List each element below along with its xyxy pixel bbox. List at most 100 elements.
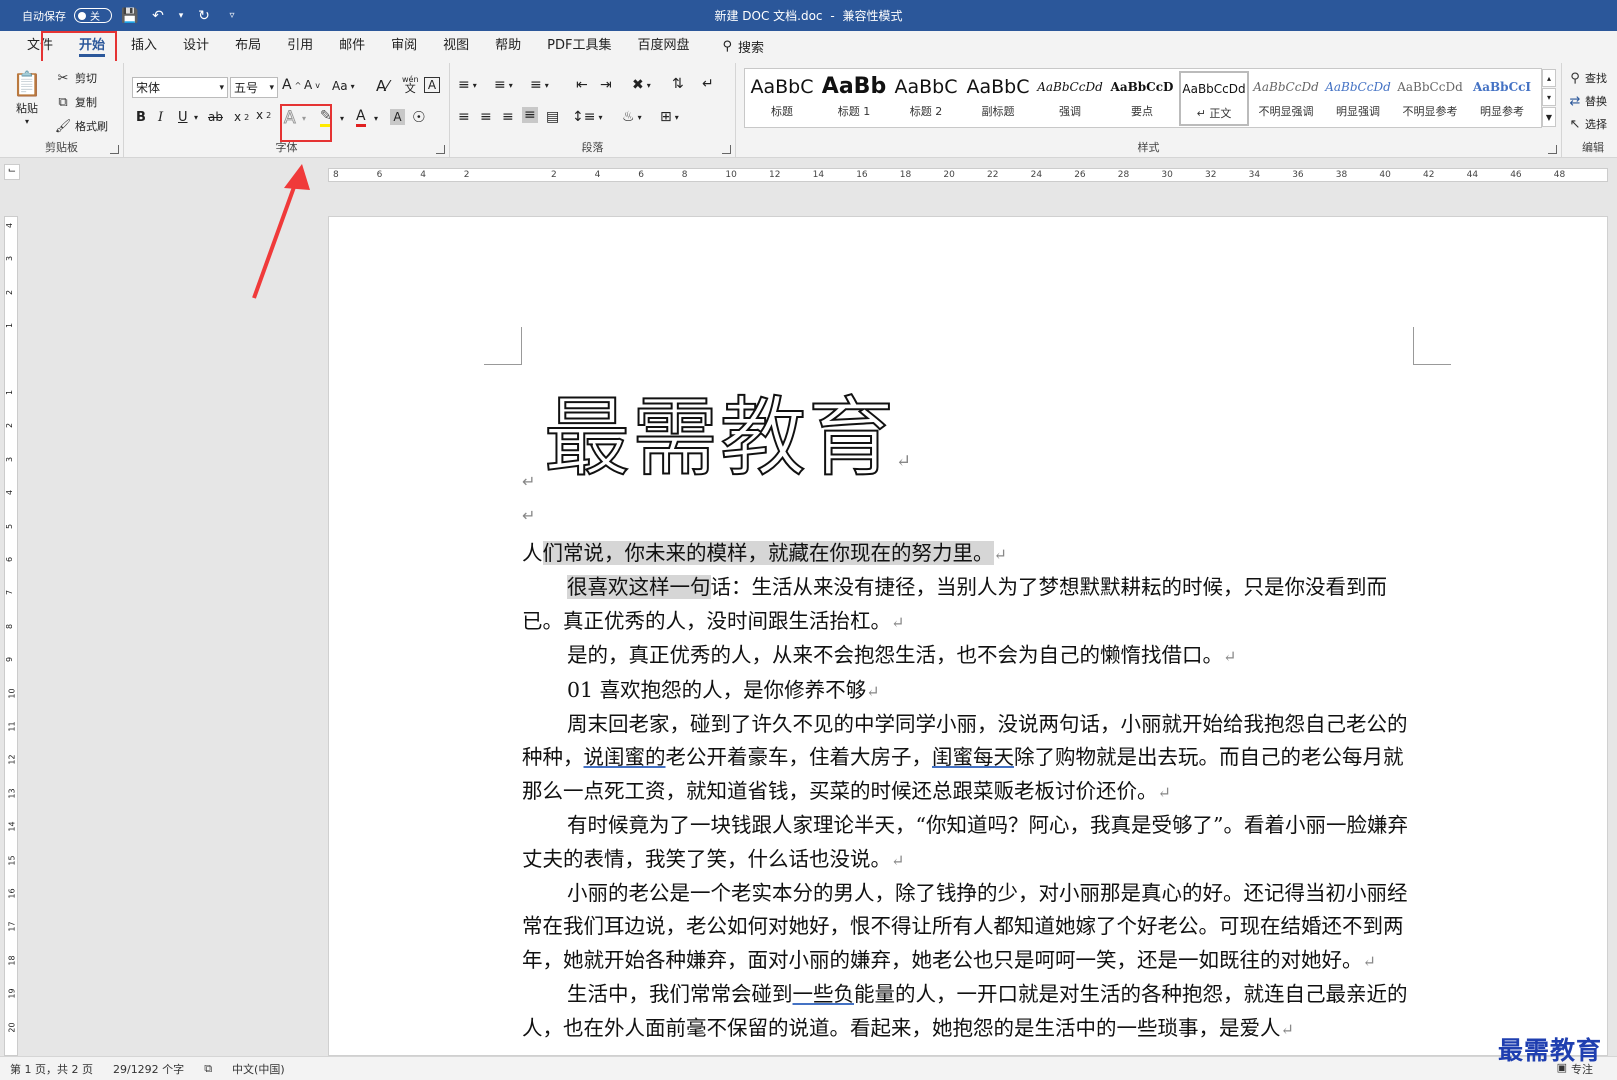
save-icon[interactable]: 💾 bbox=[120, 6, 140, 26]
document-paragraph[interactable]: 小丽的老公是一个老实本分的男人，除了钱挣的少，对小丽那是真心的好。还记得当初小丽… bbox=[522, 877, 1410, 978]
document-body[interactable]: 人们常说，你未来的模样，就藏在你现在的努力里。↵ 很喜欢这样一句话：生活从来没有捷… bbox=[522, 537, 1410, 1046]
line-spacing-icon[interactable]: ↕≡ ▾ bbox=[572, 109, 602, 125]
document-paragraph[interactable]: 是的，真正优秀的人，从来不会抱怨生活，也不会为自己的懒惰找借口。↵ bbox=[522, 639, 1410, 673]
tab-layout[interactable]: 布局 bbox=[222, 31, 274, 61]
superscript-icon[interactable]: x2 bbox=[256, 108, 271, 122]
styles-launcher-icon[interactable] bbox=[1548, 145, 1557, 154]
align-left-icon[interactable]: ≡ bbox=[458, 109, 470, 125]
font-size-select[interactable]: 五号 ▾ bbox=[230, 77, 278, 98]
cut-button[interactable]: ✂ 剪切 bbox=[54, 69, 97, 87]
tab-references[interactable]: 引用 bbox=[274, 31, 326, 61]
font-name-select[interactable]: 宋体 ▾ bbox=[132, 77, 228, 98]
align-center-icon[interactable]: ≡ bbox=[480, 109, 492, 125]
tab-mailings[interactable]: 邮件 bbox=[326, 31, 378, 61]
ruler-tick-label: 12 bbox=[769, 170, 781, 180]
customize-quick-access-icon[interactable]: ▿ bbox=[222, 6, 242, 26]
paragraph-launcher-icon[interactable] bbox=[722, 145, 731, 154]
undo-icon[interactable]: ↶ bbox=[148, 6, 168, 26]
bold-icon[interactable]: B bbox=[136, 110, 146, 125]
find-button[interactable]: ⚲ 查找 bbox=[1568, 69, 1607, 87]
ruler-tick-label: 24 bbox=[1030, 170, 1043, 180]
ruler-tick-label: 20 bbox=[943, 170, 955, 180]
phonetic-guide-icon[interactable]: wén 文 bbox=[402, 75, 419, 94]
ruler-tick-label: 4 bbox=[420, 170, 426, 180]
shrink-font-icon[interactable]: Av bbox=[304, 78, 320, 92]
tab-help[interactable]: 帮助 bbox=[482, 31, 534, 61]
font-launcher-icon[interactable] bbox=[436, 145, 445, 154]
document-paragraph[interactable]: 很喜欢这样一句话：生活从来没有捷径，当别人为了梦想默默耕耘的时候，只是你没看到而… bbox=[522, 571, 1410, 639]
numbering-icon[interactable]: ≡ ▾ bbox=[494, 77, 513, 93]
ruler-tick-label: 48 bbox=[1553, 170, 1566, 180]
paragraph-mark: ↵ bbox=[1223, 647, 1237, 667]
decrease-indent-icon[interactable]: ⇤ bbox=[576, 77, 588, 93]
document-paragraph[interactable]: 生活中，我们常常会碰到一些负能量的人，一开口就是对生活的各种抱怨，就连自己最亲近… bbox=[522, 978, 1410, 1046]
multilevel-list-icon[interactable]: ≡ ▾ bbox=[530, 77, 549, 93]
borders-icon[interactable]: ⊞ ▾ bbox=[660, 109, 679, 125]
sort-icon[interactable]: ⇅ bbox=[672, 76, 684, 92]
language-indicator[interactable]: 中文(中国) bbox=[222, 1061, 295, 1077]
show-marks-icon[interactable]: ↵ bbox=[702, 76, 714, 92]
subscript-icon[interactable]: x2 bbox=[234, 110, 249, 124]
highlight-dropdown-icon[interactable]: ▾ bbox=[340, 114, 344, 123]
redo-icon[interactable]: ↻ bbox=[194, 6, 214, 26]
select-button[interactable]: ↖ 选择 bbox=[1568, 115, 1607, 133]
paragraph-text: 是的，真正优秀的人，从来不会抱怨生活，也不会为自己的懒惰找借口。 bbox=[567, 643, 1223, 668]
tab-pdf-tools[interactable]: PDF工具集 bbox=[534, 31, 624, 61]
search-icon: ⚲ bbox=[722, 38, 733, 54]
tab-design[interactable]: 设计 bbox=[170, 31, 222, 61]
align-right-icon[interactable]: ≡ bbox=[502, 109, 514, 125]
watermark-logo: 最需教育 bbox=[1498, 1036, 1603, 1065]
strikethrough-icon[interactable]: ab bbox=[208, 110, 223, 124]
grow-font-icon[interactable]: A ^ bbox=[282, 77, 301, 93]
tab-selector-icon[interactable]: ⌙ bbox=[4, 164, 20, 180]
underline-icon[interactable]: U bbox=[178, 110, 188, 125]
underline-dropdown-icon[interactable]: ▾ bbox=[194, 113, 198, 122]
chinese-layout-icon[interactable]: ✖ ▾ bbox=[632, 77, 651, 93]
tab-baidu-netdisk[interactable]: 百度网盘 bbox=[624, 31, 702, 61]
ruler-tick-label: 11 bbox=[7, 721, 17, 732]
replace-button[interactable]: ⇄ 替换 bbox=[1568, 92, 1607, 110]
search-box[interactable]: ⚲ 搜索 bbox=[723, 37, 765, 56]
italic-icon[interactable]: I bbox=[158, 110, 163, 125]
copy-button[interactable]: ⧉ 复制 bbox=[54, 93, 97, 111]
clipboard-group-label: 剪贴板 bbox=[45, 141, 78, 154]
word-count[interactable]: 29/1292 个字 bbox=[103, 1061, 194, 1077]
autosave-toggle[interactable]: 关 bbox=[74, 8, 112, 23]
format-painter-button[interactable]: 🖌 格式刷 bbox=[54, 117, 108, 135]
vertical-ruler[interactable]: 4 3 2 1 1 2 3 4 5 6 7 8 9 10 11 12 13 14 15 16 17 18 19 20 bbox=[4, 216, 18, 1056]
ruler-tick-label: 16 bbox=[856, 170, 868, 180]
paste-button[interactable]: 📋 粘贴 ▾ bbox=[12, 69, 42, 126]
change-case-button[interactable]: Aa ▾ bbox=[332, 79, 355, 93]
scissors-icon: ✂ bbox=[57, 70, 69, 86]
document-paragraph[interactable]: 人们常说，你未来的模样，就藏在你现在的努力里。↵ bbox=[522, 537, 1410, 571]
horizontal-ruler[interactable]: 8 6 4 2 2 4 6 8 10 12 14 16 18 20 22 24 26 28 30 32 34 36 38 40… bbox=[328, 168, 1608, 182]
tab-insert[interactable]: 插入 bbox=[118, 31, 170, 61]
document-page[interactable]: 最需教育↵ ↵ ↵ 人们常说，你未来的模样，就藏在你现在的努力里。↵ 很喜欢这样一… bbox=[328, 216, 1608, 1056]
document-paragraph[interactable]: 有时候竟为了一块钱跟人家理论半天，“你知道吗？阿心，我真是受够了”。看着小丽一脸… bbox=[522, 809, 1410, 877]
undo-dropdown-icon[interactable]: ▾ bbox=[176, 6, 186, 26]
justify-icon[interactable]: ≡ bbox=[522, 107, 538, 123]
font-color-dropdown-icon[interactable]: ▾ bbox=[374, 114, 378, 123]
ruler-tick-label: 32 bbox=[1205, 170, 1217, 180]
tab-review[interactable]: 审阅 bbox=[378, 31, 430, 61]
document-paragraph[interactable]: 01 喜欢抱怨的人，是你修养不够↵ bbox=[522, 674, 1410, 708]
annotation-arrow bbox=[252, 164, 310, 299]
increase-indent-icon[interactable]: ⇥ bbox=[600, 77, 612, 93]
document-heading[interactable]: 最需教育↵ bbox=[543, 367, 913, 492]
character-shading-icon[interactable]: A bbox=[390, 109, 405, 125]
shading-icon[interactable]: ♨ ▾ bbox=[622, 109, 642, 125]
character-border-icon[interactable]: A bbox=[424, 77, 440, 93]
enclose-characters-icon[interactable]: ☉ bbox=[412, 108, 425, 126]
distribute-icon[interactable]: ▤ bbox=[546, 109, 559, 125]
editing-group: ⚲ 查找 ⇄ 替换 ↖ 选择 编辑 bbox=[1562, 63, 1617, 157]
document-paragraph[interactable]: 周末回老家，碰到了许久不见的中学同学小丽，没说两句话，小丽就开始给我抱怨自己老公… bbox=[522, 708, 1410, 809]
page-count[interactable]: 第 1 页，共 2 页 bbox=[0, 1061, 103, 1077]
clipboard-launcher-icon[interactable] bbox=[110, 145, 119, 154]
clear-formatting-icon[interactable]: A⁄ bbox=[376, 77, 389, 95]
ruler-tick-label: 4 bbox=[5, 222, 15, 229]
font-color-icon[interactable]: A bbox=[356, 108, 366, 127]
tab-view[interactable]: 视图 bbox=[430, 31, 482, 61]
bullets-icon[interactable]: ≡ ▾ bbox=[458, 77, 477, 93]
proofing-icon[interactable]: ⧉ bbox=[194, 1062, 222, 1076]
ruler-tick-label: 5 bbox=[5, 523, 15, 529]
